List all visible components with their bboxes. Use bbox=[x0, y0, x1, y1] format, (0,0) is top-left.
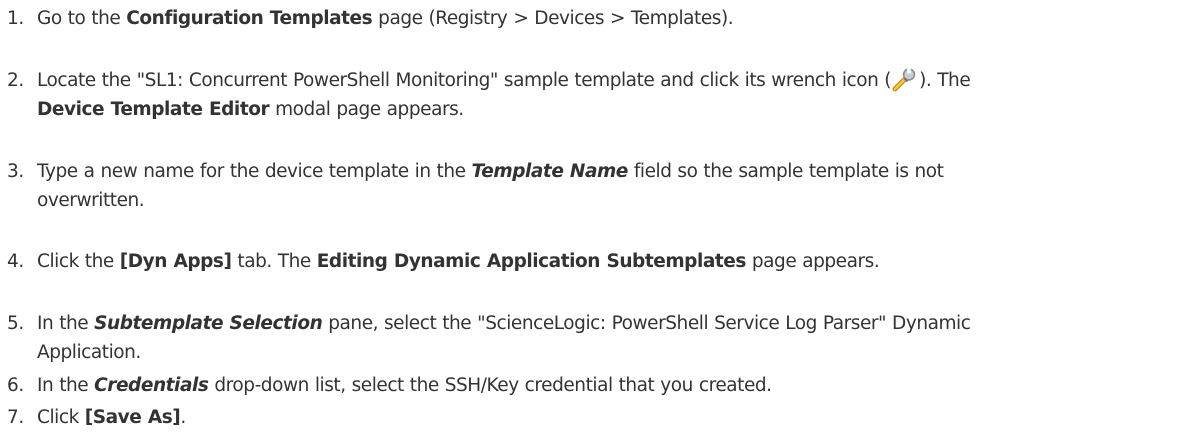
text-line: Locate the "SL1: Concurrent PowerShell M… bbox=[37, 66, 1190, 95]
step-number: 1. bbox=[7, 8, 24, 29]
step-number: 5. bbox=[7, 313, 24, 334]
text-line: Type a new name for the device template … bbox=[37, 157, 1190, 186]
step-text-run: overwritten. bbox=[37, 190, 145, 211]
text-line: Device Template Editor modal page appear… bbox=[37, 95, 1190, 124]
field-name: Template Name bbox=[471, 161, 629, 182]
step-text-run: ). The bbox=[919, 70, 971, 91]
text-line: overwritten. bbox=[37, 186, 1190, 215]
ui-term: Editing Dynamic Application Subtemplates bbox=[316, 251, 747, 272]
step-4: 4. Click the [Dyn Apps] tab. The Editing … bbox=[0, 247, 1190, 276]
step-2: 2. Locate the "SL1: Concurrent PowerShell… bbox=[0, 66, 1190, 124]
wrench-icon bbox=[892, 66, 918, 92]
ui-term: [Save As] bbox=[84, 407, 181, 428]
step-3: 3. Type a new name for the device templat… bbox=[0, 157, 1190, 215]
step-text: Type a new name for the device template … bbox=[37, 157, 1190, 215]
step-text: Go to the Configuration Templates page (… bbox=[37, 4, 1190, 33]
step-number: 3. bbox=[7, 161, 24, 182]
step-text: In the Credentials drop-down list, selec… bbox=[37, 371, 1190, 400]
step-text: In the Subtemplate Selection pane, selec… bbox=[37, 309, 1190, 367]
step-text-run: page (Registry > Devices > Templates). bbox=[372, 8, 734, 29]
step-text-run: Type a new name for the device template … bbox=[37, 161, 472, 182]
step-text-run: pane, select the "ScienceLogic: PowerShe… bbox=[322, 313, 971, 334]
step-text-run: Click the bbox=[37, 251, 120, 272]
step-1: 1. Go to the Configuration Templates page… bbox=[0, 4, 1190, 33]
step-number: 7. bbox=[7, 407, 24, 428]
step-text-run: In the bbox=[37, 375, 95, 396]
step-text-run: In the bbox=[37, 313, 95, 334]
step-number: 6. bbox=[7, 375, 24, 396]
step-number: 4. bbox=[7, 251, 24, 272]
text-line: Go to the Configuration Templates page (… bbox=[37, 4, 1190, 33]
step-text: Click [Save As]. bbox=[37, 403, 1190, 432]
step-text-run: drop-down list, select the SSH/Key crede… bbox=[208, 375, 772, 396]
step-text-run: Locate the "SL1: Concurrent PowerShell M… bbox=[37, 70, 892, 91]
text-line: Click [Save As]. bbox=[37, 403, 1190, 432]
step-text-run: tab. The bbox=[231, 251, 317, 272]
step-6: 6. In the Credentials drop-down list, sel… bbox=[0, 371, 1190, 400]
step-text-run: modal page appears. bbox=[269, 99, 464, 120]
step-text-run: Application. bbox=[37, 342, 141, 363]
ui-term: Device Template Editor bbox=[37, 99, 270, 120]
step-number: 2. bbox=[7, 70, 24, 91]
step-text: Locate the "SL1: Concurrent PowerShell M… bbox=[37, 66, 1190, 124]
text-line: In the Subtemplate Selection pane, selec… bbox=[37, 309, 1190, 338]
field-name: Subtemplate Selection bbox=[94, 313, 323, 334]
ui-term: Configuration Templates bbox=[126, 8, 373, 29]
text-line: In the Credentials drop-down list, selec… bbox=[37, 371, 1190, 400]
step-text-run: page appears. bbox=[745, 251, 880, 272]
field-name: Credentials bbox=[94, 375, 209, 396]
step-5: 5. In the Subtemplate Selection pane, sel… bbox=[0, 309, 1190, 367]
step-text-run: Click bbox=[37, 407, 85, 428]
text-line: Click the [Dyn Apps] tab. The Editing Dy… bbox=[37, 247, 1190, 276]
step-text-run: field so the sample template is not bbox=[627, 161, 944, 182]
step-text-run: . bbox=[180, 407, 186, 428]
ui-term: [Dyn Apps] bbox=[119, 251, 232, 272]
step-text-run: Go to the bbox=[37, 8, 127, 29]
procedure-steps: 1. Go to the Configuration Templates page… bbox=[0, 0, 1198, 446]
step-7: 7. Click [Save As]. bbox=[0, 403, 1190, 432]
step-text: Click the [Dyn Apps] tab. The Editing Dy… bbox=[37, 247, 1190, 276]
text-line: Application. bbox=[37, 338, 1190, 367]
